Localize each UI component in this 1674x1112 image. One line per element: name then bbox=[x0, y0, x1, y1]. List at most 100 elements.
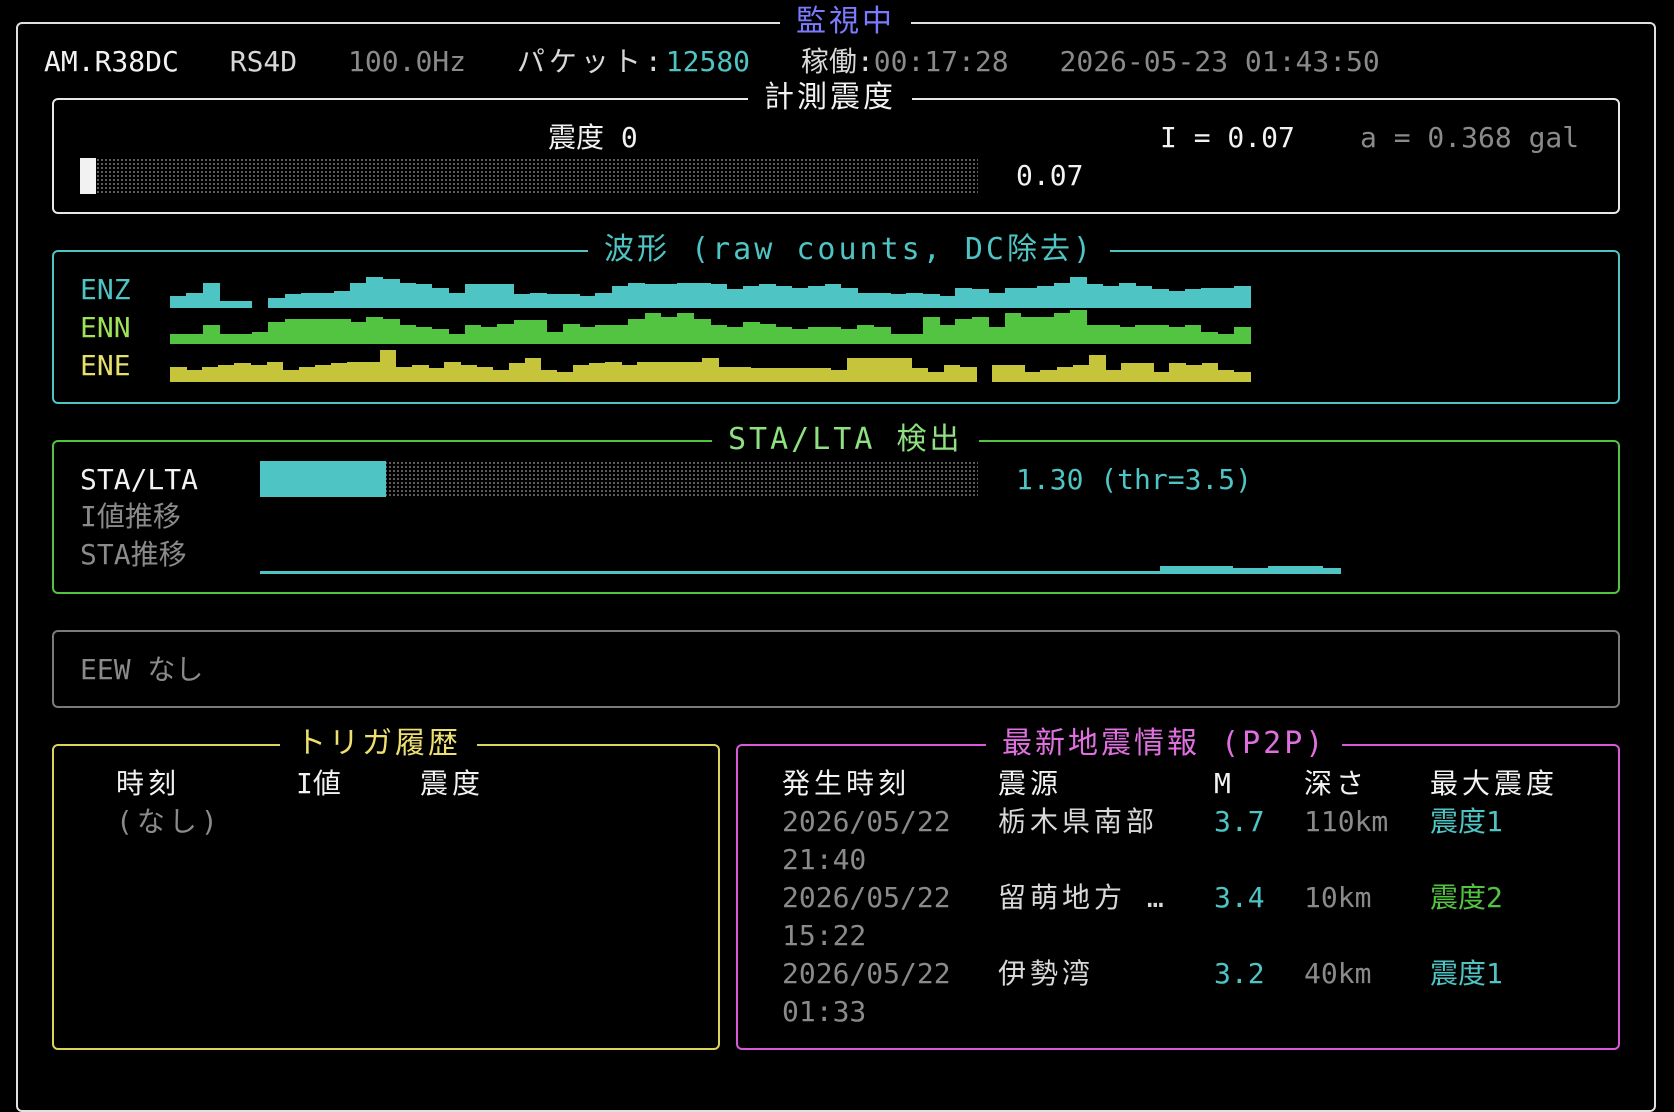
sta-trend-bin bbox=[908, 571, 927, 574]
waveform-bin bbox=[693, 318, 711, 344]
channel-label-enz: ENZ bbox=[80, 273, 131, 306]
sta-trend-bin bbox=[1178, 565, 1197, 574]
waveform-bin bbox=[1020, 316, 1038, 344]
quake-epicenter: 留萌地方 … bbox=[998, 881, 1168, 914]
stalta-label: STA/LTA bbox=[80, 463, 199, 496]
sta-trend-bin bbox=[620, 571, 639, 574]
shindo-label: 震度 0 bbox=[548, 121, 638, 154]
waveform-bin bbox=[911, 368, 929, 382]
device-name: RS4D bbox=[229, 45, 298, 78]
waveform-bin bbox=[347, 361, 365, 382]
waveform-bin bbox=[524, 358, 542, 382]
trigger-col-time: 時刻 bbox=[116, 767, 181, 800]
waveform-bin bbox=[660, 284, 678, 308]
waveform-bin bbox=[540, 370, 558, 382]
waveform-bin bbox=[186, 370, 203, 382]
sta-trend-bin bbox=[1232, 568, 1251, 574]
sta-trend-bin bbox=[1052, 571, 1071, 574]
waveform-bin bbox=[579, 327, 597, 344]
waveform-bin bbox=[556, 371, 574, 382]
waveform-bin bbox=[317, 292, 335, 308]
waveform-bin bbox=[579, 296, 597, 308]
waveform-bin bbox=[971, 289, 989, 308]
waveform-bin bbox=[1135, 325, 1153, 344]
sta-trend-bin bbox=[314, 571, 333, 574]
intensity-bar-track bbox=[80, 158, 978, 194]
sta-trend-bin bbox=[962, 571, 981, 574]
waveform-bin bbox=[1233, 371, 1251, 382]
waveform-bin bbox=[202, 366, 219, 382]
sta-trend-bin bbox=[854, 571, 873, 574]
station-code: AM.R38DC bbox=[44, 45, 179, 78]
waveform-bin bbox=[1135, 285, 1153, 308]
sta-trend-bin bbox=[872, 571, 891, 574]
waveform-bin bbox=[1233, 327, 1251, 344]
sta-trend-bin bbox=[998, 571, 1017, 574]
sta-trend-bin bbox=[692, 571, 711, 574]
waveform-bin bbox=[1121, 363, 1138, 382]
sta-trend-bin bbox=[332, 571, 351, 574]
sta-trend-bin bbox=[782, 571, 801, 574]
quake-magnitude: 3.7 bbox=[1214, 805, 1265, 838]
waveform-bin bbox=[710, 325, 727, 344]
waveform-bin bbox=[1119, 327, 1137, 344]
waveform-bin bbox=[497, 284, 515, 308]
waveform-bin bbox=[350, 282, 367, 308]
waveform-bin bbox=[1037, 285, 1055, 308]
waveform-bin bbox=[492, 370, 510, 382]
waveform-bin bbox=[464, 325, 482, 344]
waveform-bin bbox=[693, 282, 711, 308]
waveform-bin bbox=[562, 294, 580, 308]
waveform-bin bbox=[298, 366, 316, 382]
trigger-empty: (なし) bbox=[116, 805, 222, 838]
waveform-bin bbox=[315, 365, 332, 382]
waveform-bin bbox=[1070, 277, 1087, 308]
waveform-bin bbox=[955, 287, 973, 308]
waveform-bin bbox=[971, 316, 989, 344]
waveform-bin bbox=[411, 365, 429, 382]
waveform-bin bbox=[857, 292, 875, 308]
waveform-bin bbox=[742, 321, 760, 344]
waveform-bin bbox=[1070, 310, 1087, 344]
sta-trend-bin bbox=[1268, 565, 1287, 574]
waveform-bin bbox=[1151, 289, 1169, 308]
waveform-bin bbox=[939, 296, 957, 308]
sta-trend-bin bbox=[836, 571, 855, 574]
status-title: 監視中 bbox=[780, 2, 911, 42]
quake-depth: 40km bbox=[1304, 957, 1372, 990]
quake-row[interactable]: 2026/05/22 21:40 栃木県南部 3.7 110km 震度1 bbox=[782, 802, 1592, 878]
waveform-bin bbox=[444, 361, 461, 382]
sta-trend-bin bbox=[656, 571, 675, 574]
waveform-bin bbox=[476, 366, 493, 382]
waveform-bin bbox=[399, 325, 417, 344]
waveform-bin bbox=[300, 292, 318, 308]
header-bar: AM.R38DC RS4D 100.0Hz パケット:12580 稼働:00:1… bbox=[44, 42, 1380, 82]
quake-row[interactable]: 2026/05/22 15:22 留萌地方 … 3.4 10km 震度2 bbox=[782, 878, 1592, 954]
sta-trend-bin bbox=[1106, 571, 1125, 574]
waveform-bin bbox=[1217, 370, 1235, 382]
waveform-bin bbox=[395, 366, 413, 382]
waveform-bin bbox=[988, 292, 1006, 308]
waveform-bin bbox=[628, 282, 646, 308]
waveform-bin bbox=[530, 320, 547, 344]
waveform-bin bbox=[186, 292, 204, 308]
acceleration-value: a = 0.368 gal bbox=[1360, 121, 1580, 154]
waveform-bin bbox=[170, 296, 187, 308]
waveform-bin bbox=[611, 285, 629, 308]
waveform-bin bbox=[890, 333, 907, 344]
waveform-bin bbox=[840, 287, 858, 308]
waveform-bin bbox=[530, 292, 547, 308]
quake-row[interactable]: 2026/05/22 01:33 伊勢湾 3.2 40km 震度1 bbox=[782, 954, 1592, 1030]
waveform-panel-title: 波形 (raw counts, DC除去) bbox=[588, 230, 1111, 270]
waveform-bin bbox=[546, 294, 564, 308]
waveform-bin bbox=[333, 318, 351, 344]
waveform-bin bbox=[1088, 354, 1106, 382]
waveform-bin bbox=[431, 328, 449, 344]
waveform-bin bbox=[546, 332, 564, 344]
waveform-bin bbox=[448, 292, 466, 308]
quake-magnitude: 3.2 bbox=[1214, 957, 1265, 990]
sta-trend-bin bbox=[1286, 565, 1305, 574]
stalta-panel-title: STA/LTA 検出 bbox=[712, 420, 979, 460]
waveform-bin bbox=[824, 327, 842, 344]
waveform-bin bbox=[427, 368, 445, 382]
